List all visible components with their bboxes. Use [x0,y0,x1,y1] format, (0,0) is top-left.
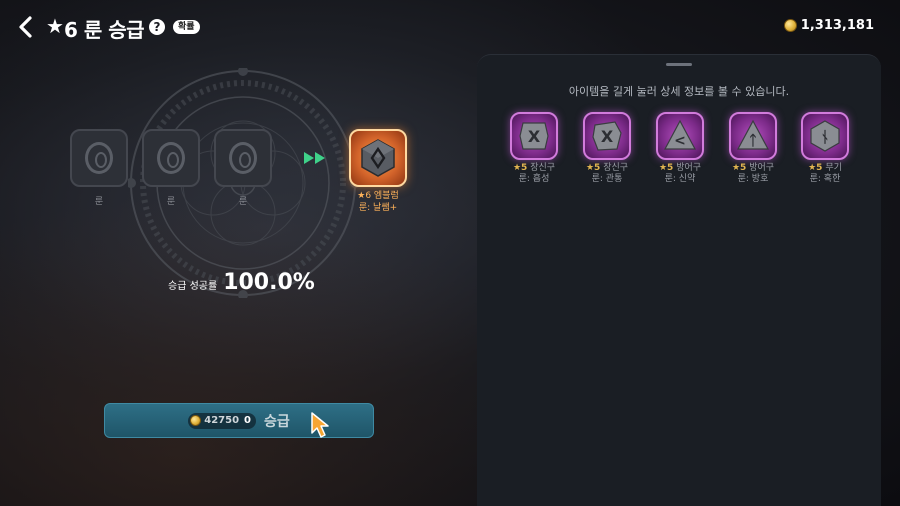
rune-item-caption: ★5 방어구 룬: 방호 [727,163,779,185]
rune-item-caption: ★5 무기 룬: 혹한 [799,163,851,185]
rune-grade: ★5 [731,163,747,173]
upgrade-button[interactable]: 42750 0 승급 [104,403,374,438]
rune-item-3[interactable]: < ★5 방어구 룬: 신약 [654,112,706,185]
upgrade-button-label: 승급 [264,413,290,430]
panel-drag-handle[interactable] [666,63,692,66]
rune-frame: < [656,112,704,160]
rune-type: 방어구 [676,163,702,173]
svg-text:X: X [528,127,541,146]
chevron-left-icon [19,16,32,38]
empty-rune-icon [157,142,185,174]
material-slot-3-label: 룬 [238,197,248,207]
upgrade-cost-owned: 0 [244,415,251,426]
panel-hint-text: 아이템을 길게 눌러 상세 정보를 볼 수 있습니다. [568,85,790,98]
rune-stone-icon: ᛏ [736,119,770,150]
rune-item-2[interactable]: X ★5 장신구 룬: 관통 [581,112,633,185]
empty-rune-icon [229,142,257,174]
empty-rune-icon [85,142,113,174]
title-star-icon: ★ [46,14,64,38]
svg-text:ᚾ: ᚾ [820,128,829,146]
material-slot-2-label: 룬 [166,197,176,207]
rune-type: 무기 [825,163,842,173]
double-arrow-icon [304,152,325,164]
rune-name: 룬: 혹한 [809,174,841,184]
rune-name: 룬: 방호 [737,174,769,184]
gold-coin-icon [190,415,202,426]
gold-amount: 1,313,181 [800,18,874,33]
rune-grade: ★5 [808,163,823,173]
rune-name: 룬: 흡성 [518,174,550,184]
rune-item-5[interactable]: ᚾ ★5 무기 룬: 혹한 [799,112,851,185]
success-rate-value: 100.0% [223,270,315,295]
material-slot-2[interactable] [142,129,200,187]
rune-frame: X [510,112,558,160]
help-icon[interactable]: ? [149,19,165,35]
svg-text:<: < [674,133,686,149]
svg-text:ᛏ: ᛏ [749,133,757,149]
emblem-rune-icon [361,139,395,177]
upgrade-cost: 42750 0 [188,412,256,429]
material-slot-1-label: 룬 [94,197,104,207]
gold-coin-icon [783,19,797,32]
rune-item-4[interactable]: ᛏ ★5 방어구 룬: 방호 [727,112,779,185]
result-rune-name: 룬: 날쌤+ [358,203,398,213]
material-slot-3[interactable] [214,129,272,187]
result-rune-slot[interactable] [349,129,407,187]
rune-type: 방어구 [749,163,775,173]
back-button[interactable] [14,14,38,40]
rune-type: 장신구 [530,163,556,173]
rune-stone-icon: ᚾ [810,120,840,152]
rune-stone-icon: X [519,122,549,150]
rune-item-caption: ★5 장신구 룬: 흡성 [508,163,560,185]
rune-name: 룬: 관통 [591,174,623,184]
success-rate-label: 승급 성공률 [168,281,218,292]
rune-item-caption: ★5 장신구 룬: 관통 [581,163,633,185]
rune-name: 룬: 신약 [664,174,696,184]
gold-currency: 1,313,181 [783,18,874,33]
probability-button[interactable]: 확률 [173,20,200,34]
success-rate: 승급 성공률 100.0% [168,270,315,295]
rune-stone-icon: < [663,119,697,150]
rune-grade: ★5 [512,163,528,173]
rune-item-1[interactable]: X ★5 장신구 룬: 흡성 [508,112,560,185]
rune-inventory-panel[interactable]: 아이템을 길게 눌러 상세 정보를 볼 수 있습니다. X ★5 장신구 룬: … [477,54,881,506]
rune-frame: ᚾ [801,112,849,160]
rune-frame: X [583,112,631,160]
rune-type: 장신구 [603,163,629,173]
result-rune-label: ★6 엠블럼 룬: 날쌤+ [340,190,416,214]
rune-frame: ᛏ [729,112,777,160]
page-title: 6 룬 승급 [64,18,145,42]
svg-text:X: X [601,127,614,146]
material-slot-1[interactable] [70,129,128,187]
upgrade-cost-value: 42750 [204,415,240,426]
rune-item-caption: ★5 방어구 룬: 신약 [654,163,706,185]
result-rune-grade: ★6 엠블럼 [357,191,399,201]
pointer-cursor-icon [311,412,329,438]
rune-grade: ★5 [658,163,674,173]
rune-grade: ★5 [585,163,601,173]
rune-stone-icon: X [592,121,622,151]
